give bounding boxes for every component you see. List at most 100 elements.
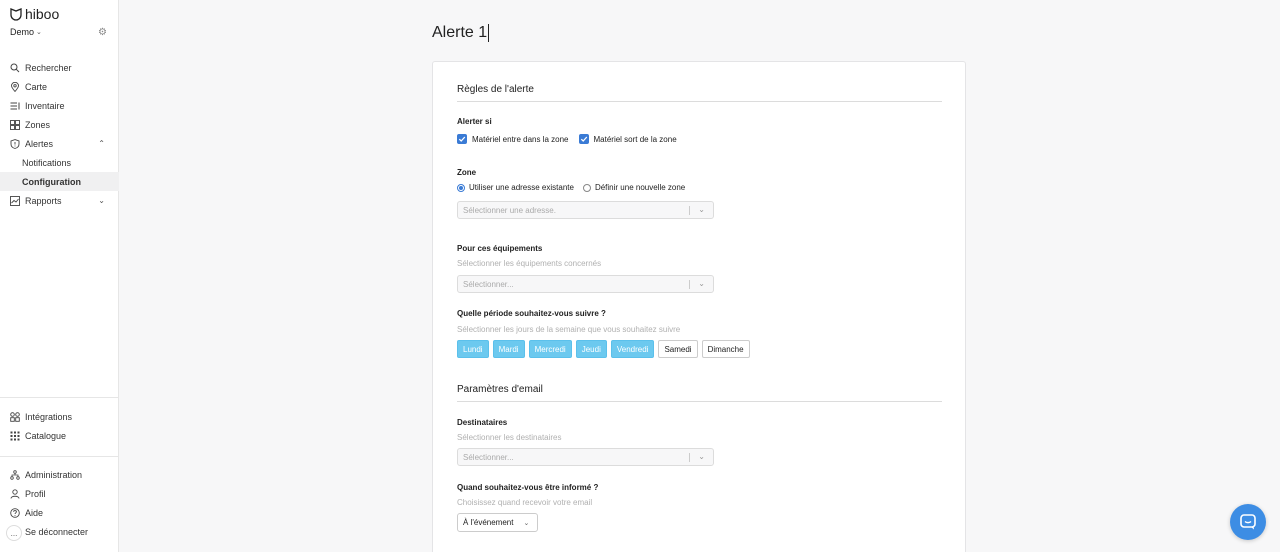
day-button-lundi[interactable]: Lundi (457, 340, 489, 358)
nav-item-rapports[interactable]: Rapports ⌄ (0, 191, 119, 210)
nav-label: Aide (25, 507, 44, 518)
nav-label: Zones (25, 119, 51, 130)
check-exit-zone[interactable]: Matériel sort de la zone (578, 134, 677, 144)
radio-label: Définir une nouvelle zone (594, 183, 686, 192)
gear-icon[interactable]: ⚙ (98, 27, 107, 38)
day-button-jeudi[interactable]: Jeudi (575, 340, 607, 358)
check-label: Matériel entre dans la zone (472, 134, 569, 144)
nav-label: Se déconnecter (25, 526, 89, 537)
text-cursor (488, 24, 490, 42)
section-divider (457, 101, 942, 102)
alert-if-label: Alerter si (457, 117, 492, 126)
org-name: Demo (10, 27, 35, 37)
select-separator (689, 280, 690, 289)
nav-item-administration[interactable]: Administration (0, 465, 119, 484)
nav-item-integrations[interactable]: Intégrations (0, 407, 119, 426)
nav-label: Administration (25, 469, 83, 480)
sidebar-divider (0, 397, 119, 398)
check-enter-zone[interactable]: Matériel entre dans la zone (457, 134, 569, 144)
day-button-samedi[interactable]: Samedi (658, 340, 698, 358)
period-hint: Sélectionner les jours de la semaine que… (457, 325, 681, 334)
when-dropdown[interactable]: À l'événement ⌄ (457, 513, 539, 532)
radio-new-zone[interactable]: Définir une nouvelle zone (582, 183, 686, 192)
nav-label: Inventaire (25, 100, 65, 111)
when-hint: Choisissez quand recevoir votre email (457, 498, 593, 507)
chevron-down-icon: ⌄ (98, 196, 105, 205)
nav-item-notifications[interactable]: Notifications (0, 153, 119, 172)
checkbox-checked-icon[interactable] (578, 134, 589, 144)
when-label: Quand souhaitez-vous être informé ? (457, 483, 599, 492)
chart-icon (10, 195, 20, 206)
user-icon (10, 488, 20, 499)
page-title-text: Alerte 1 (432, 24, 488, 41)
more-button[interactable]: ... (6, 525, 22, 541)
chat-launcher-button[interactable] (1230, 504, 1266, 540)
nav-label: Catalogue (25, 430, 67, 441)
chat-icon (1240, 514, 1256, 530)
equipment-select[interactable]: Sélectionner... ⌄ (457, 275, 714, 293)
day-button-dimanche[interactable]: Dimanche (701, 340, 750, 358)
integrations-icon (10, 411, 20, 422)
nav-item-configuration[interactable]: Configuration (0, 172, 119, 191)
section-divider (457, 401, 942, 402)
address-placeholder: Sélectionner une adresse. (463, 205, 556, 215)
recipients-label: Destinataires (457, 418, 508, 427)
day-button-mercredi[interactable]: Mercredi (528, 340, 572, 358)
logo-text: hiboo (25, 6, 60, 22)
equipment-placeholder: Sélectionner... (463, 279, 514, 289)
chevron-down-icon: ⌄ (698, 279, 705, 288)
equipment-label: Pour ces équipements (457, 244, 543, 253)
nav-item-alertes[interactable]: Alertes ⌃ (0, 134, 119, 153)
radio-unselected-icon[interactable] (582, 183, 591, 192)
chevron-down-icon: ⌄ (698, 205, 705, 214)
nav-item-profil[interactable]: Profil (0, 484, 119, 503)
main-nav: Rechercher Carte Inventaire Zones Alerte… (0, 58, 119, 210)
admin-icon (10, 469, 20, 480)
rules-section-title: Règles de l'alerte (457, 84, 534, 95)
nav-item-aide[interactable]: Aide (0, 503, 119, 522)
nav-label: Rapports (25, 195, 62, 206)
page-title[interactable]: Alerte 1 (432, 24, 490, 42)
map-pin-icon (10, 81, 20, 92)
grid-icon (10, 119, 20, 130)
select-separator (689, 206, 690, 215)
day-button-mardi[interactable]: Mardi (492, 340, 525, 358)
day-button-vendredi[interactable]: Vendredi (610, 340, 655, 358)
zone-label: Zone (457, 168, 477, 177)
equipment-hint: Sélectionner les équipements concernés (457, 259, 602, 268)
owl-logo-icon (10, 7, 22, 21)
alert-form-card: Règles de l'alerte Alerter si Matériel e… (432, 61, 966, 552)
nav-item-zones[interactable]: Zones (0, 115, 119, 134)
help-icon (10, 507, 20, 518)
address-select[interactable]: Sélectionner une adresse. ⌄ (457, 201, 714, 219)
search-icon (10, 63, 20, 73)
alert-shield-icon (10, 138, 20, 149)
logo[interactable]: hiboo (10, 6, 59, 22)
nav-label: Intégrations (25, 411, 73, 422)
zone-options: Utiliser une adresse existante Définir u… (457, 183, 685, 192)
nav-label: Configuration (22, 176, 81, 187)
recipients-select[interactable]: Sélectionner... ⌄ (457, 448, 714, 466)
sidebar: hiboo Demo ⌄ ⚙ Rechercher Carte Inventai… (0, 0, 119, 552)
nav-label: Alertes (25, 138, 54, 149)
sidebar-divider (0, 456, 119, 457)
chevron-down-icon: ⌄ (523, 519, 530, 527)
recipients-hint: Sélectionner les destinataires (457, 433, 562, 442)
email-section-title: Paramètres d'email (457, 384, 543, 395)
nav-label: Rechercher (25, 62, 72, 73)
day-selector: Lundi Mardi Mercredi Jeudi Vendredi Same… (457, 340, 750, 358)
nav-item-inventaire[interactable]: Inventaire (0, 96, 119, 115)
radio-existing-address[interactable]: Utiliser une adresse existante (457, 183, 574, 192)
radio-selected-icon[interactable] (457, 183, 465, 192)
nav-item-rechercher[interactable]: Rechercher (0, 58, 119, 77)
org-switcher[interactable]: Demo ⌄ (10, 27, 42, 37)
nav-item-catalogue[interactable]: Catalogue (0, 426, 119, 445)
select-separator (689, 453, 690, 462)
nav-label: Profil (25, 488, 46, 499)
checkbox-checked-icon[interactable] (457, 134, 467, 144)
period-label: Quelle période souhaitez-vous suivre ? (457, 309, 606, 318)
recipients-placeholder: Sélectionner... (463, 452, 514, 462)
integrations-nav: Intégrations Catalogue (0, 407, 119, 445)
chevron-down-icon: ⌄ (36, 29, 42, 36)
nav-item-carte[interactable]: Carte (0, 77, 119, 96)
